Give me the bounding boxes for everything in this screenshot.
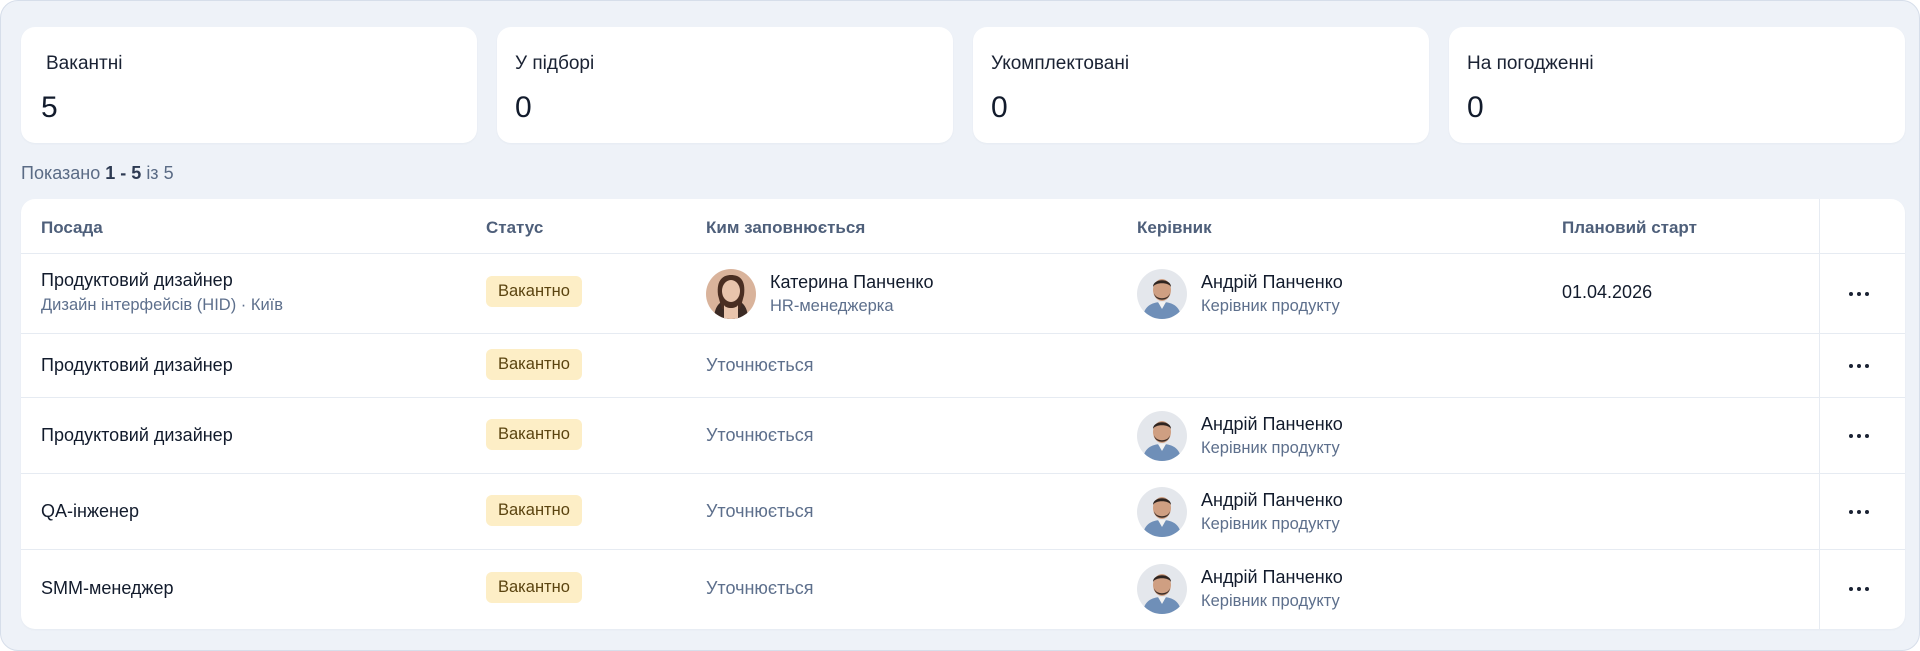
stat-value: 0 — [1467, 91, 1484, 124]
table-row[interactable]: Продуктовий дизайнер Вакантно Уточнюєтьс… — [21, 334, 1905, 398]
more-horizontal-icon-dot — [1857, 364, 1861, 368]
avatar — [1137, 487, 1187, 537]
person-name: Андрій Панченко — [1201, 272, 1343, 292]
table-header: Посада Статус Ким заповнюється Керівник … — [21, 199, 1905, 254]
vacancies-table: Посада Статус Ким заповнюється Керівник … — [21, 199, 1905, 629]
status-badge: Вакантно — [486, 572, 582, 603]
stat-card-recruiting[interactable]: У підборі 0 — [497, 27, 953, 143]
more-horizontal-icon — [1849, 587, 1853, 591]
person-name: Андрій Панченко — [1201, 414, 1343, 434]
column-header-status[interactable]: Статус — [486, 218, 543, 238]
position-title[interactable]: Продуктовий дизайнер — [41, 270, 283, 291]
showing-of: із — [146, 163, 159, 183]
user-avatar-male-icon — [1137, 564, 1187, 614]
position-title[interactable]: Продуктовий дизайнер — [41, 355, 233, 376]
filled-by-pending: Уточнюється — [706, 578, 814, 598]
position-subtitle: Дизайн інтерфейсів (HID) · Київ — [41, 296, 284, 314]
user-avatar-male-icon — [1137, 269, 1187, 319]
planned-start-date: 01.04.2026 — [1562, 282, 1653, 302]
more-horizontal-icon — [1849, 292, 1853, 296]
status-badge: Вакантно — [486, 349, 582, 380]
user-avatar-male-icon — [1137, 487, 1187, 537]
person-name: Андрій Панченко — [1201, 567, 1343, 587]
more-horizontal-icon — [1849, 434, 1853, 438]
table-row[interactable]: Продуктовий дизайнер Дизайн інтерфейсів … — [21, 254, 1905, 334]
avatar — [1137, 564, 1187, 614]
user-avatar-female-icon — [706, 269, 756, 319]
more-horizontal-icon-dot — [1857, 587, 1861, 591]
position-cell: Продуктовий дизайнер Дизайн інтерфейсів … — [41, 270, 283, 315]
showing-prefix: Показано — [21, 163, 101, 183]
more-horizontal-icon — [1849, 510, 1853, 514]
person-name: Андрій Панченко — [1201, 490, 1343, 510]
status-badge: Вакантно — [486, 419, 582, 450]
filled-by-pending: Уточнюється — [706, 355, 814, 375]
pagination-summary: Показано 1 - 5 із 5 — [21, 163, 174, 184]
stat-card-vacant[interactable]: Вакантні 5 — [21, 27, 477, 143]
table-row[interactable]: Продуктовий дизайнер Вакантно Уточнюєтьс… — [21, 398, 1905, 474]
filled-by-pending: Уточнюється — [706, 501, 814, 521]
position-title[interactable]: Продуктовий дизайнер — [41, 425, 233, 446]
row-actions-button[interactable] — [1839, 497, 1879, 527]
avatar — [706, 269, 756, 319]
row-actions-button[interactable] — [1839, 574, 1879, 604]
showing-range: 1 - 5 — [105, 163, 142, 183]
more-horizontal-icon-dot — [1857, 510, 1861, 514]
person-name: Катерина Панченко — [770, 272, 934, 292]
stat-cards: Вакантні 5 У підборі 0 Укомплектовані 0 … — [21, 27, 1905, 143]
stat-label: У підборі — [515, 53, 595, 74]
avatar — [1137, 411, 1187, 461]
showing-total: 5 — [163, 163, 174, 183]
filled-by-pending: Уточнюється — [706, 425, 814, 445]
column-header-position[interactable]: Посада — [41, 218, 103, 238]
more-horizontal-icon — [1849, 364, 1853, 368]
person-role: Керівник продукту — [1201, 592, 1340, 610]
row-actions-button[interactable] — [1839, 421, 1879, 451]
stat-card-staffed[interactable]: Укомплектовані 0 — [973, 27, 1429, 143]
table-row[interactable]: QA-інженер Вакантно Уточнюється Андрій П… — [21, 474, 1905, 550]
column-header-manager[interactable]: Керівник — [1137, 218, 1212, 238]
stat-label: На погодженні — [1467, 53, 1594, 74]
person-role: Керівник продукту — [1201, 297, 1340, 315]
person-role: HR-менеджерка — [770, 297, 894, 315]
table-row[interactable]: SMM-менеджер Вакантно Уточнюється Андрій… — [21, 550, 1905, 629]
stat-value: 5 — [41, 91, 58, 124]
position-title[interactable]: QA-інженер — [41, 501, 139, 522]
stat-label: Укомплектовані — [991, 53, 1130, 74]
stat-card-approval[interactable]: На погодженні 0 — [1449, 27, 1905, 143]
column-header-filled-by[interactable]: Ким заповнюється — [706, 218, 865, 238]
person-role: Керівник продукту — [1201, 515, 1340, 533]
vacancies-panel: Вакантні 5 У підборі 0 Укомплектовані 0 … — [0, 0, 1920, 651]
more-horizontal-icon-dot — [1857, 292, 1861, 296]
status-badge: Вакантно — [486, 276, 582, 307]
more-horizontal-icon-dot — [1857, 434, 1861, 438]
stat-value: 0 — [515, 91, 532, 124]
user-avatar-male-icon — [1137, 411, 1187, 461]
status-badge: Вакантно — [486, 495, 582, 526]
position-title[interactable]: SMM-менеджер — [41, 578, 174, 599]
row-actions-button[interactable] — [1839, 351, 1879, 381]
column-header-start[interactable]: Плановий старт — [1562, 218, 1697, 238]
more-horizontal-icon-dot — [1865, 364, 1869, 368]
more-horizontal-icon-dot — [1865, 510, 1869, 514]
more-horizontal-icon-dot — [1865, 587, 1869, 591]
row-actions-button[interactable] — [1839, 279, 1879, 309]
avatar — [1137, 269, 1187, 319]
stat-label: Вакантні — [46, 53, 123, 74]
more-horizontal-icon-dot — [1865, 434, 1869, 438]
person-role: Керівник продукту — [1201, 439, 1340, 457]
more-horizontal-icon-dot — [1865, 292, 1869, 296]
stat-value: 0 — [991, 91, 1008, 124]
